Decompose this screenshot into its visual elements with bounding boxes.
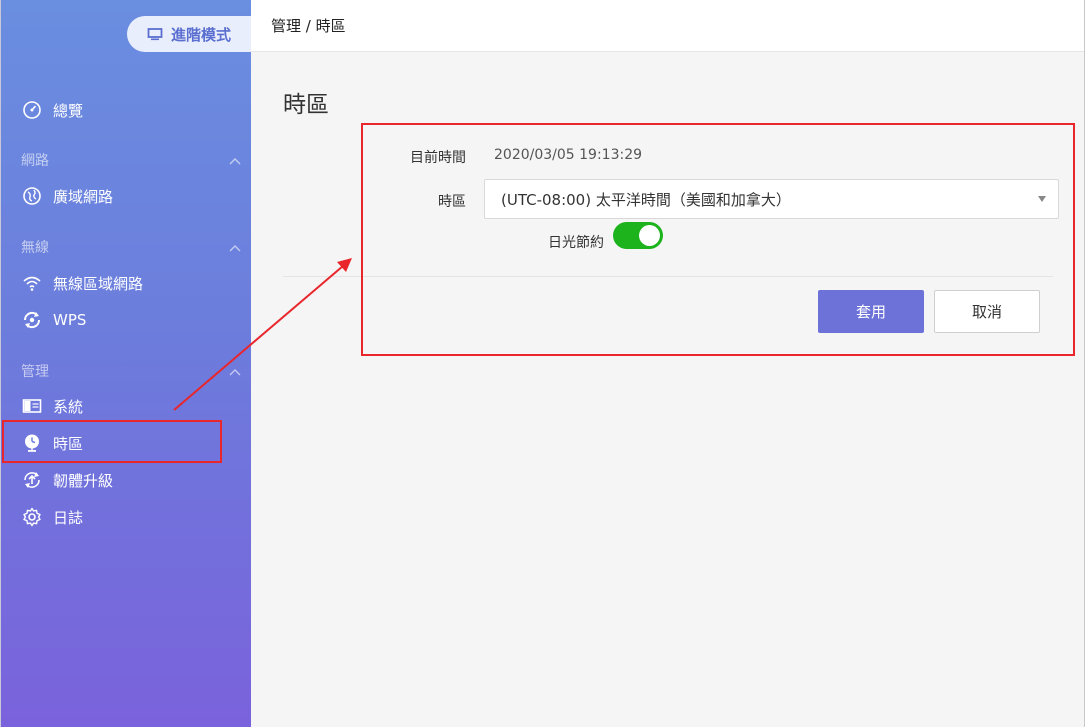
sidebar-item-label: WPS <box>53 311 87 329</box>
sidebar: 進階模式 總覽 網路 廣域網路 無線 無線區域網路 WPS 管理 系統 時區 韌… <box>0 0 267 727</box>
sidebar-item-label: 系統 <box>53 397 84 416</box>
sidebar-item-label: 日誌 <box>53 508 84 527</box>
breadcrumb-text: 管理 / 時區 <box>271 17 346 35</box>
breadcrumb: 管理 / 時區 <box>251 0 1085 52</box>
dashboard-icon <box>21 99 43 121</box>
page-title: 時區 <box>283 92 329 118</box>
section-management: 管理 <box>21 364 49 380</box>
gear-icon <box>21 506 43 528</box>
sidebar-item-wps[interactable]: WPS <box>21 308 86 332</box>
section-wireless: 無線 <box>21 240 49 256</box>
sidebar-item-label: 廣域網路 <box>53 187 114 206</box>
advanced-mode-button[interactable]: 進階模式 <box>127 16 267 52</box>
mode-label: 進階模式 <box>171 25 232 44</box>
wps-icon <box>21 309 43 331</box>
sidebar-item-label: 總覽 <box>53 101 84 120</box>
system-panel-icon <box>21 395 43 417</box>
wifi-icon <box>21 272 43 294</box>
annotation-box-form <box>361 123 1075 356</box>
sidebar-item-log[interactable]: 日誌 <box>21 505 83 529</box>
chevron-up-icon[interactable] <box>229 240 241 252</box>
chevron-up-icon[interactable] <box>229 364 241 376</box>
sidebar-item-system[interactable]: 系統 <box>21 394 83 418</box>
sidebar-item-label: 無線區域網路 <box>53 274 144 293</box>
section-network: 網路 <box>21 153 49 169</box>
sidebar-item-overview[interactable]: 總覽 <box>21 98 83 122</box>
annotation-box-sidebar <box>2 420 222 463</box>
globe-icon <box>21 185 43 207</box>
sidebar-item-label: 韌體升級 <box>53 471 114 490</box>
chevron-up-icon[interactable] <box>229 153 241 165</box>
sidebar-item-wan[interactable]: 廣域網路 <box>21 184 113 208</box>
firmware-upgrade-icon <box>21 469 43 491</box>
sidebar-item-firmware[interactable]: 韌體升級 <box>21 468 113 492</box>
sidebar-item-wlan[interactable]: 無線區域網路 <box>21 271 143 295</box>
monitor-icon <box>147 28 163 41</box>
